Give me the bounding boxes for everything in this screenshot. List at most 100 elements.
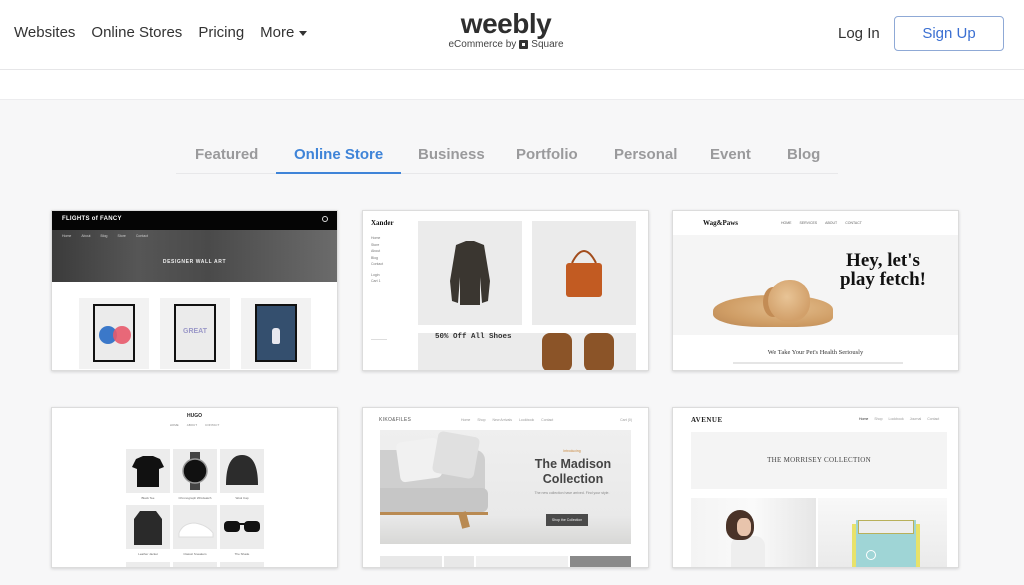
product-handbag (532, 221, 636, 325)
sunglasses-icon (224, 521, 260, 532)
product-sneakers (173, 505, 217, 549)
product-tile: GREAT (160, 298, 230, 369)
menu-item: Lookbook (888, 417, 904, 421)
tagline-brand: Square (531, 39, 564, 50)
tshirt-icon (132, 456, 164, 487)
active-tab-indicator (276, 172, 401, 174)
beanie-icon (226, 455, 258, 485)
shop-collection-button: Shop the Collection (546, 514, 588, 526)
vase-illustration (272, 328, 280, 344)
square-logo-icon (519, 40, 529, 49)
menu-item: Home (859, 417, 869, 421)
menu-item: ABOUT (825, 221, 838, 225)
sneaker-icon (178, 522, 214, 538)
template-brand: FLIGHTS of FANCY (62, 216, 122, 222)
template-menu: Home Shop Lookbook Journal Contact (859, 417, 939, 421)
menu-item: Contact (135, 234, 148, 238)
body-text-placeholder (733, 362, 903, 364)
tab-business[interactable]: Business (418, 146, 485, 163)
template-header: FLIGHTS of FANCY (52, 211, 337, 230)
menu-item: CONTACT (205, 423, 220, 427)
login-link[interactable]: Log In (838, 25, 880, 42)
template-brand: HUGO (187, 413, 202, 419)
caret-down-icon (299, 30, 308, 36)
template-brand: KIKO&FILES (379, 417, 412, 423)
menu-item: Home (461, 418, 471, 422)
hero-text: DESIGNER WALL ART (162, 259, 227, 265)
tab-blog[interactable]: Blog (787, 146, 820, 163)
tab-event[interactable]: Event (710, 146, 751, 163)
product-caption: Wool Cap (235, 496, 249, 500)
menu-item: Contact (541, 418, 554, 422)
cart-link: Cart (0) (620, 418, 632, 422)
menu-item: SERVICES (799, 221, 818, 225)
tab-online-store[interactable]: Online Store (294, 146, 383, 163)
template-brand: AVENUE (691, 416, 723, 424)
template-footer (371, 339, 407, 348)
template-card-avenue[interactable]: AVENUE Home Shop Lookbook Journal Contac… (672, 407, 959, 568)
hero-title: THE MORRISEY COLLECTION (767, 456, 871, 464)
product-caption: Chronograph Wristwatch (178, 496, 212, 500)
template-brand: Xander (371, 219, 394, 227)
template-card-hugo[interactable]: HUGO HOME ABOUT CONTACT Black Tee Chrono… (51, 407, 338, 568)
sofa-seat (380, 488, 488, 512)
hero-intro: Introducing (563, 449, 581, 453)
promo-text: 50% Off All Shoes (435, 333, 512, 341)
nav-pricing[interactable]: Pricing (198, 24, 244, 41)
puppy-head (768, 280, 810, 322)
template-category-tabs: Featured Online Store Business Portfolio… (176, 140, 838, 174)
template-sidebar: Xander Home Store About Blog Contact Log… (363, 211, 417, 370)
product-tile (126, 562, 170, 567)
menu-item: Shop (477, 418, 486, 422)
product-tee (126, 449, 170, 493)
signup-button[interactable]: Sign Up (894, 16, 1004, 51)
main-nav: Websites Online Stores Pricing More (14, 24, 308, 41)
menu-item: HOME (169, 423, 179, 427)
tab-featured[interactable]: Featured (195, 146, 258, 163)
product-tile (79, 298, 149, 369)
product-cap (220, 449, 264, 493)
template-card-flights-of-fancy[interactable]: FLIGHTS of FANCY Home About Blog Store C… (51, 210, 338, 371)
tab-portfolio[interactable]: Portfolio (516, 146, 578, 163)
product-caption: Black Tee (141, 496, 155, 500)
jacket-icon (134, 511, 162, 545)
product-jacket (126, 505, 170, 549)
template-card-xander[interactable]: Xander Home Store About Blog Contact Log… (362, 210, 649, 371)
shirt (731, 536, 765, 567)
menu-item: Journal (909, 417, 922, 421)
tagline-prefix: eCommerce by (448, 39, 517, 50)
product-tile (241, 298, 311, 369)
nav-websites[interactable]: Websites (14, 24, 75, 41)
tab-personal[interactable]: Personal (614, 146, 677, 163)
header-spacer (0, 70, 1024, 100)
menu-item: ABOUT (186, 423, 198, 427)
thumbnail (476, 556, 568, 567)
template-hero: Introducing The Madison Collection The n… (380, 430, 631, 544)
template-card-wag-paws[interactable]: Wag&Paws HOME SERVICES ABOUT CONTACT Hey… (672, 210, 959, 371)
model-photo (691, 498, 816, 567)
template-card-kiko-files[interactable]: KIKO&FILES Home Shop New Arrivals Lookbo… (362, 407, 649, 568)
menu-item: Contact (371, 262, 384, 266)
great-print: GREAT (183, 328, 207, 335)
bag-flap (858, 520, 914, 534)
nav-more[interactable]: More (260, 24, 308, 41)
art-frame (93, 304, 135, 362)
template-menu: HOME SERVICES ABOUT CONTACT (781, 221, 862, 225)
nav-online-stores[interactable]: Online Stores (91, 24, 182, 41)
product-tile (220, 562, 264, 567)
template-menu: HOME ABOUT CONTACT (52, 423, 337, 427)
menu-item: Contact (927, 417, 940, 421)
template-menu: Home Shop New Arrivals Lookbook Contact (461, 418, 553, 422)
hero-headline: Hey, let's play fetch! (839, 250, 926, 290)
template-brand: Wag&Paws (703, 219, 738, 227)
thumbnail (380, 556, 442, 567)
pillow (431, 430, 481, 480)
weebly-logo[interactable]: weebly eCommerce by Square (448, 10, 564, 51)
menu-item: Blog (371, 255, 379, 260)
template-menu: Home Store About Blog Contact Login Cart… (371, 236, 383, 283)
menu-item: Blog (100, 234, 108, 238)
subheading: We Take Your Pet's Health Seriously (767, 349, 864, 356)
menu-item: About (371, 249, 381, 253)
product-sunglasses (220, 505, 264, 549)
jacket-icon (450, 241, 490, 305)
